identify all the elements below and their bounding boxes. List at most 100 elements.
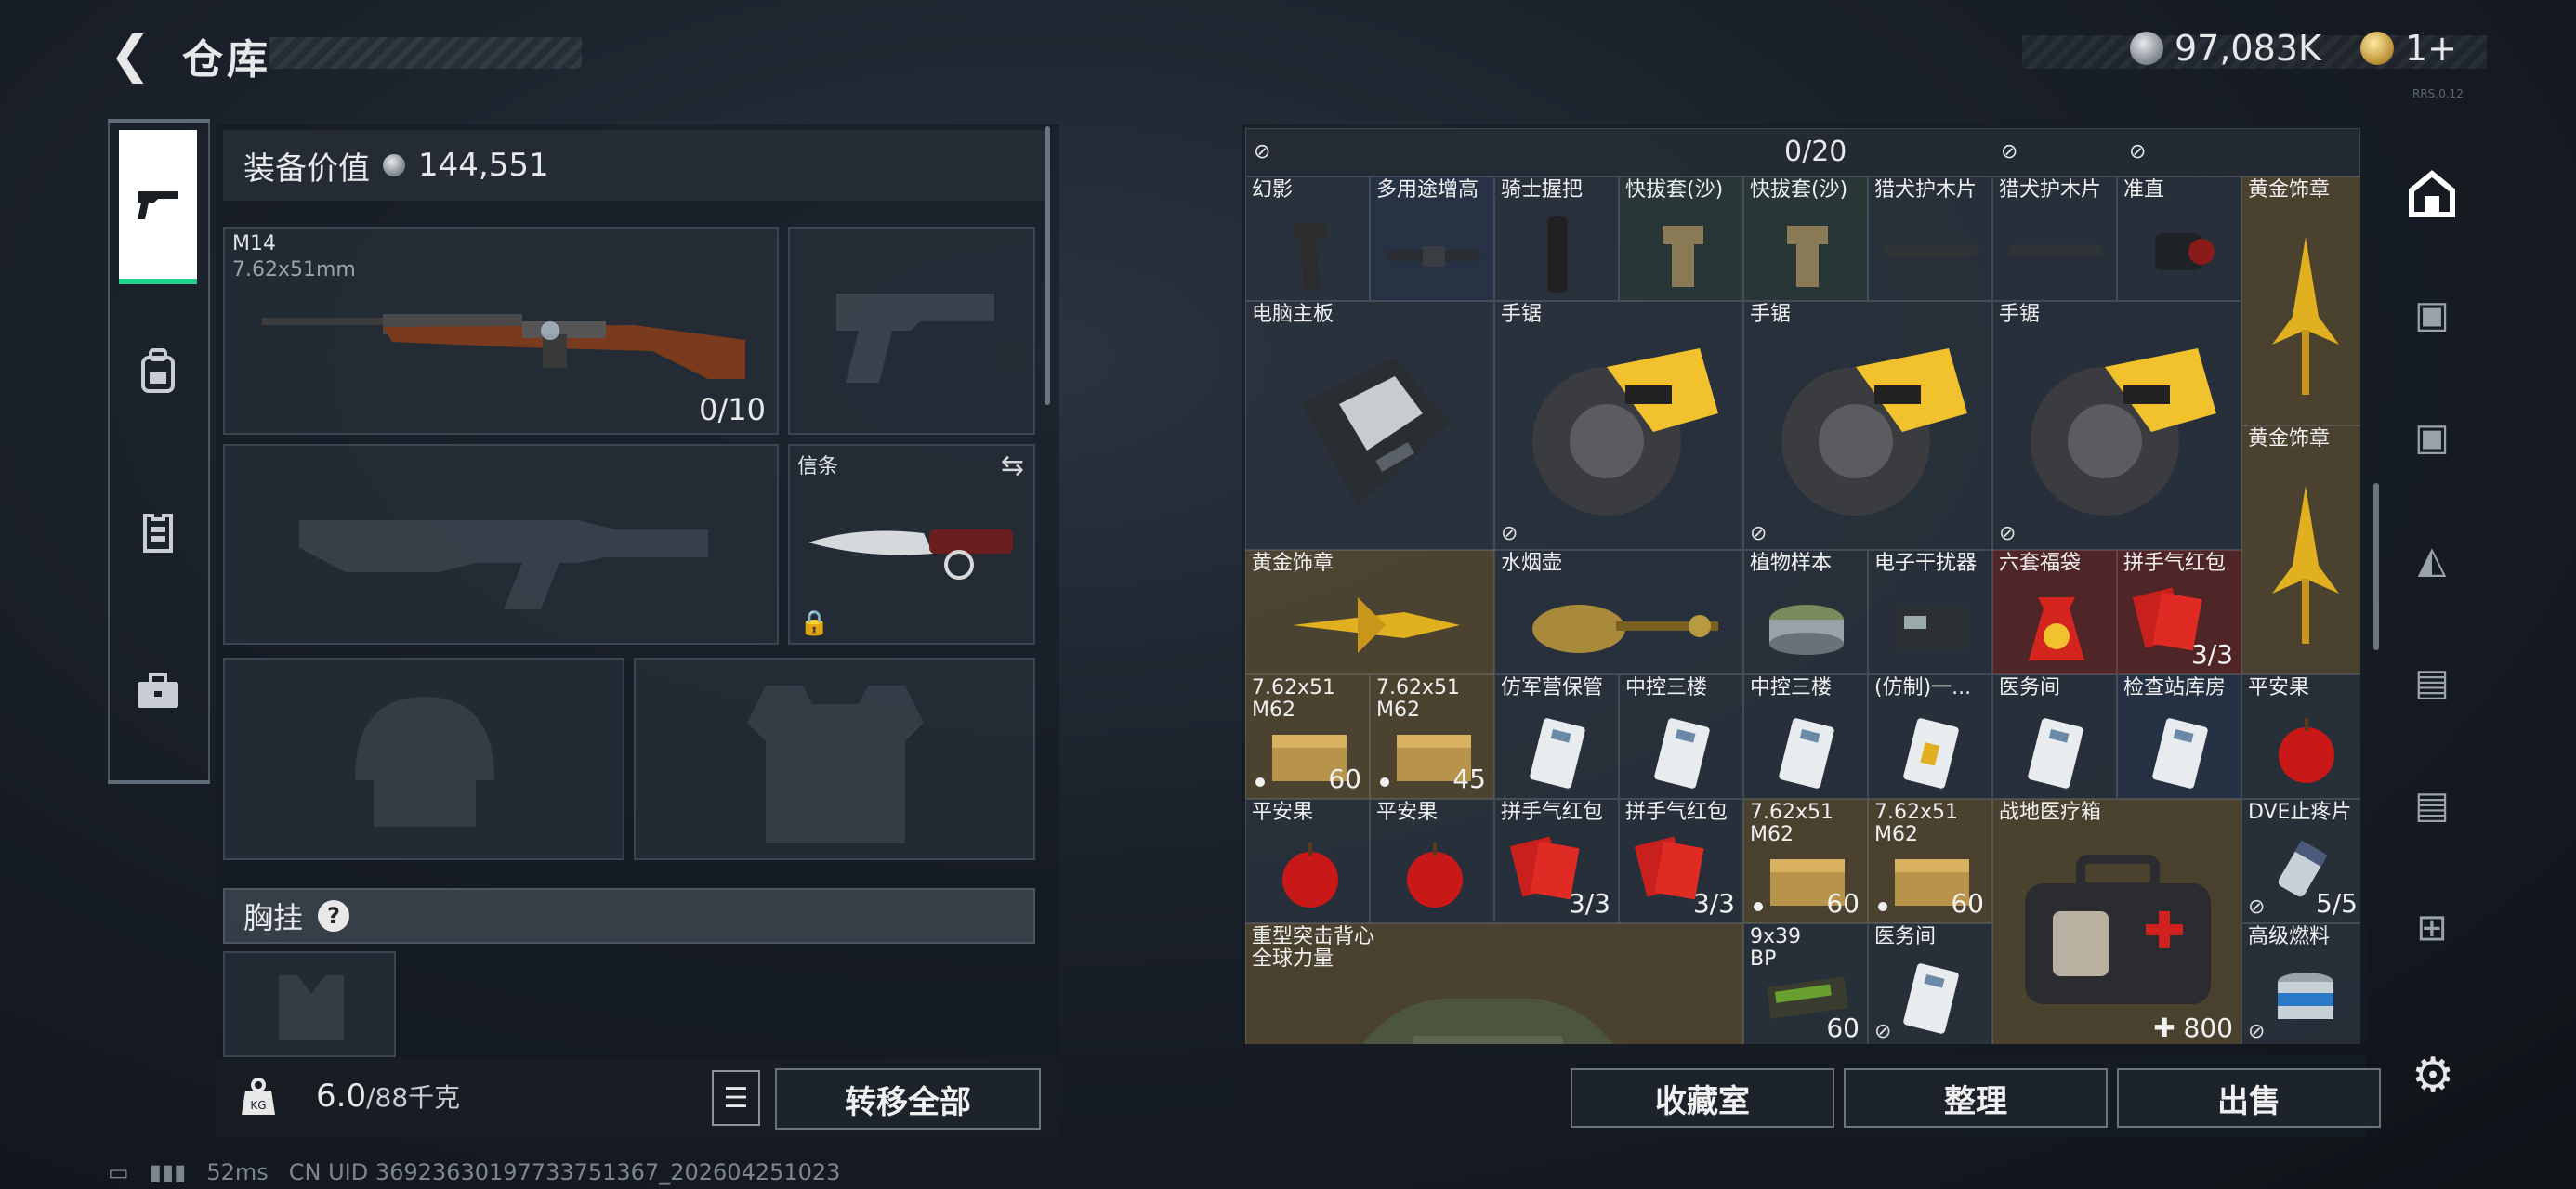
pistol-icon <box>138 191 178 219</box>
item-cell[interactable]: 六套福袋 <box>1992 550 2117 674</box>
keycard-icon <box>1903 963 1959 1034</box>
ammo-dot-icon <box>1754 902 1763 911</box>
item-cell[interactable]: 7.62x51 M62 60 <box>1868 799 1992 923</box>
item-cell[interactable]: 电脑主板 <box>1245 301 1494 550</box>
item-cell[interactable]: 猎犬护木片 <box>1868 176 1992 301</box>
case-iv-add-icon: ⊞ <box>2416 907 2448 949</box>
item-cell[interactable]: 手锯 ⊘ <box>1494 301 1743 550</box>
item-cell[interactable]: 7.62x51 M62 45 <box>1370 674 1494 799</box>
briefcase-icon <box>138 673 178 708</box>
item-cell[interactable]: 仿军营保管 <box>1494 674 1619 799</box>
primary-weapon-slot[interactable]: M14 7.62x51mm 0/10 <box>223 227 779 435</box>
item-cell[interactable]: 7.62x51 M62 60 <box>1245 674 1370 799</box>
nav-briefcase[interactable] <box>119 617 197 765</box>
item-cell[interactable]: 战地医疗箱 ✚ 800 <box>1992 799 2241 1044</box>
nav-container-iv-3[interactable]: ▤ <box>2388 632 2476 734</box>
item-cell[interactable]: 拼手气红包 3/3 <box>1619 799 1743 923</box>
sort-button[interactable]: 整理 <box>1844 1068 2108 1128</box>
item-cell[interactable]: 猎犬护木片 <box>1992 176 2117 301</box>
pistol-slot[interactable] <box>788 227 1035 435</box>
item-cell[interactable]: 快拔套(沙) <box>1743 176 1868 301</box>
battery-icon: ▭ <box>108 1159 129 1185</box>
uid-value: CN UID 36923630197733751367_202604251023 <box>288 1159 841 1185</box>
item-cell[interactable]: 准直 <box>2117 176 2241 301</box>
chest-rig-header[interactable]: 胸挂 ? <box>223 888 1035 944</box>
sell-button[interactable]: 出售 <box>2117 1068 2381 1128</box>
gear-value-bar: 装备价值 144,551 <box>223 130 1046 201</box>
gear-value: 144,551 <box>418 147 549 184</box>
item-cell[interactable]: 平安果 <box>1370 799 1494 923</box>
no-trade-icon: ⊘ <box>2129 140 2147 163</box>
item-cell[interactable]: 手锯 ⊘ <box>1743 301 1992 550</box>
item-cell[interactable]: 平安果 <box>1245 799 1370 923</box>
apple-icon <box>1282 843 1338 908</box>
item-cell[interactable]: 中控三楼 <box>1743 674 1868 799</box>
item-cell[interactable]: 水烟壶 <box>1494 550 1743 674</box>
item-cell[interactable]: 骑士握把 <box>1494 176 1619 301</box>
helmet-silhouette-icon <box>355 697 494 827</box>
back-button[interactable]: ❮ <box>104 25 156 84</box>
swap-icon[interactable]: ⇆ <box>1001 450 1024 482</box>
item-cell[interactable]: 重型突击背心 全球力量 <box>1245 923 1743 1044</box>
item-cell[interactable]: 电子干扰器 <box>1868 550 1992 674</box>
ticket-display[interactable]: 1+ <box>2360 28 2457 69</box>
no-trade-icon: ⊘ <box>2248 1020 2266 1043</box>
item-cell[interactable]: 拼手气红包 3/3 <box>2117 550 2241 674</box>
nav-backpack[interactable] <box>119 297 197 446</box>
item-cell[interactable]: 9x39 BP 60 <box>1743 923 1868 1044</box>
nav-container-iv-2[interactable]: ◭ <box>2388 509 2476 611</box>
money-value: 97,083K <box>2175 28 2321 69</box>
nav-stash-home[interactable] <box>2388 143 2476 245</box>
helmet-slot[interactable] <box>223 658 624 860</box>
item-cell[interactable]: (仿制)一... <box>1868 674 1992 799</box>
nav-container-v[interactable]: ▣ <box>2388 264 2476 366</box>
item-cell[interactable]: 医务间 ⊘ <box>1868 923 1992 1044</box>
gear-icon: ⚙ <box>2411 1048 2455 1104</box>
item-cell[interactable]: 拼手气红包 3/3 <box>1494 799 1619 923</box>
armor-silhouette-icon <box>747 686 924 843</box>
help-icon[interactable]: ? <box>318 900 350 932</box>
settings-button[interactable]: ⚙ <box>2396 1046 2470 1105</box>
keycard-icon <box>1530 718 1585 789</box>
armor-slot[interactable] <box>634 658 1035 860</box>
item-cell[interactable]: DVE止疼片 ⊘ 5/5 <box>2241 799 2360 923</box>
item-cell[interactable]: 高级燃料 ⊘ <box>2241 923 2360 1044</box>
chest-rig-slot[interactable] <box>223 951 396 1057</box>
item-cell[interactable]: 医务间 <box>1992 674 2117 799</box>
gold-emblem-icon <box>2272 237 2339 395</box>
item-cell[interactable]: 检查站库房 <box>2117 674 2241 799</box>
collection-room-button[interactable]: 收藏室 <box>1571 1068 1834 1128</box>
chest-rig-label: 胸挂 <box>243 900 304 935</box>
item-cell[interactable]: 平安果 <box>2241 674 2360 799</box>
melee-slot[interactable]: 信条 ⇆ 🔒 <box>788 444 1035 645</box>
weapon-name: M14 <box>232 232 276 255</box>
loadout-scrollbar[interactable] <box>1045 126 1050 405</box>
nav-container-iv-4[interactable]: ▤ <box>2388 754 2476 856</box>
build-tag: RRS.0.12 <box>2412 87 2464 100</box>
stash-grid: ⊘ ⊘ ⊘ 幻影 多用途增高 骑士握把 快拔套(沙) 快拔套(沙) 猎犬护木片 … <box>1245 128 2360 1044</box>
item-cell[interactable]: 中控三楼 <box>1619 674 1743 799</box>
item-cell[interactable]: 黄金饰章 <box>2241 176 2360 425</box>
item-cell[interactable]: 黄金饰章 <box>2241 425 2360 674</box>
nav-vest[interactable] <box>119 457 197 606</box>
secondary-weapon-slot[interactable] <box>223 444 779 645</box>
nav-weapons[interactable] <box>119 130 197 284</box>
pistol-silhouette-icon <box>836 294 994 383</box>
item-cell[interactable]: 植物样本 <box>1743 550 1868 674</box>
no-trade-icon: ⊘ <box>2001 140 2018 163</box>
item-cell[interactable]: 黄金饰章 <box>1245 550 1494 674</box>
backpack-icon <box>141 348 175 393</box>
list-view-button[interactable]: ☰ <box>712 1070 760 1126</box>
nav-container-iv-1[interactable]: ▣ <box>2388 386 2476 489</box>
ammo-dot-icon <box>1380 777 1389 787</box>
item-cell[interactable]: 快拔套(沙) <box>1619 176 1743 301</box>
item-cell[interactable]: 手锯 ⊘ <box>1992 301 2241 550</box>
item-cell[interactable]: 幻影 <box>1245 176 1370 301</box>
stash-scrollbar[interactable] <box>2373 483 2379 650</box>
item-cell[interactable]: 7.62x51 M62 60 <box>1743 799 1868 923</box>
item-cell[interactable]: 多用途增高 <box>1370 176 1494 301</box>
transfer-all-button[interactable]: 转移全部 <box>775 1068 1041 1130</box>
nav-container-iv-5[interactable]: ⊞ <box>2388 877 2476 979</box>
weight-value: 6.0/88千克 <box>316 1078 460 1115</box>
ping-value: 52ms <box>206 1159 269 1185</box>
